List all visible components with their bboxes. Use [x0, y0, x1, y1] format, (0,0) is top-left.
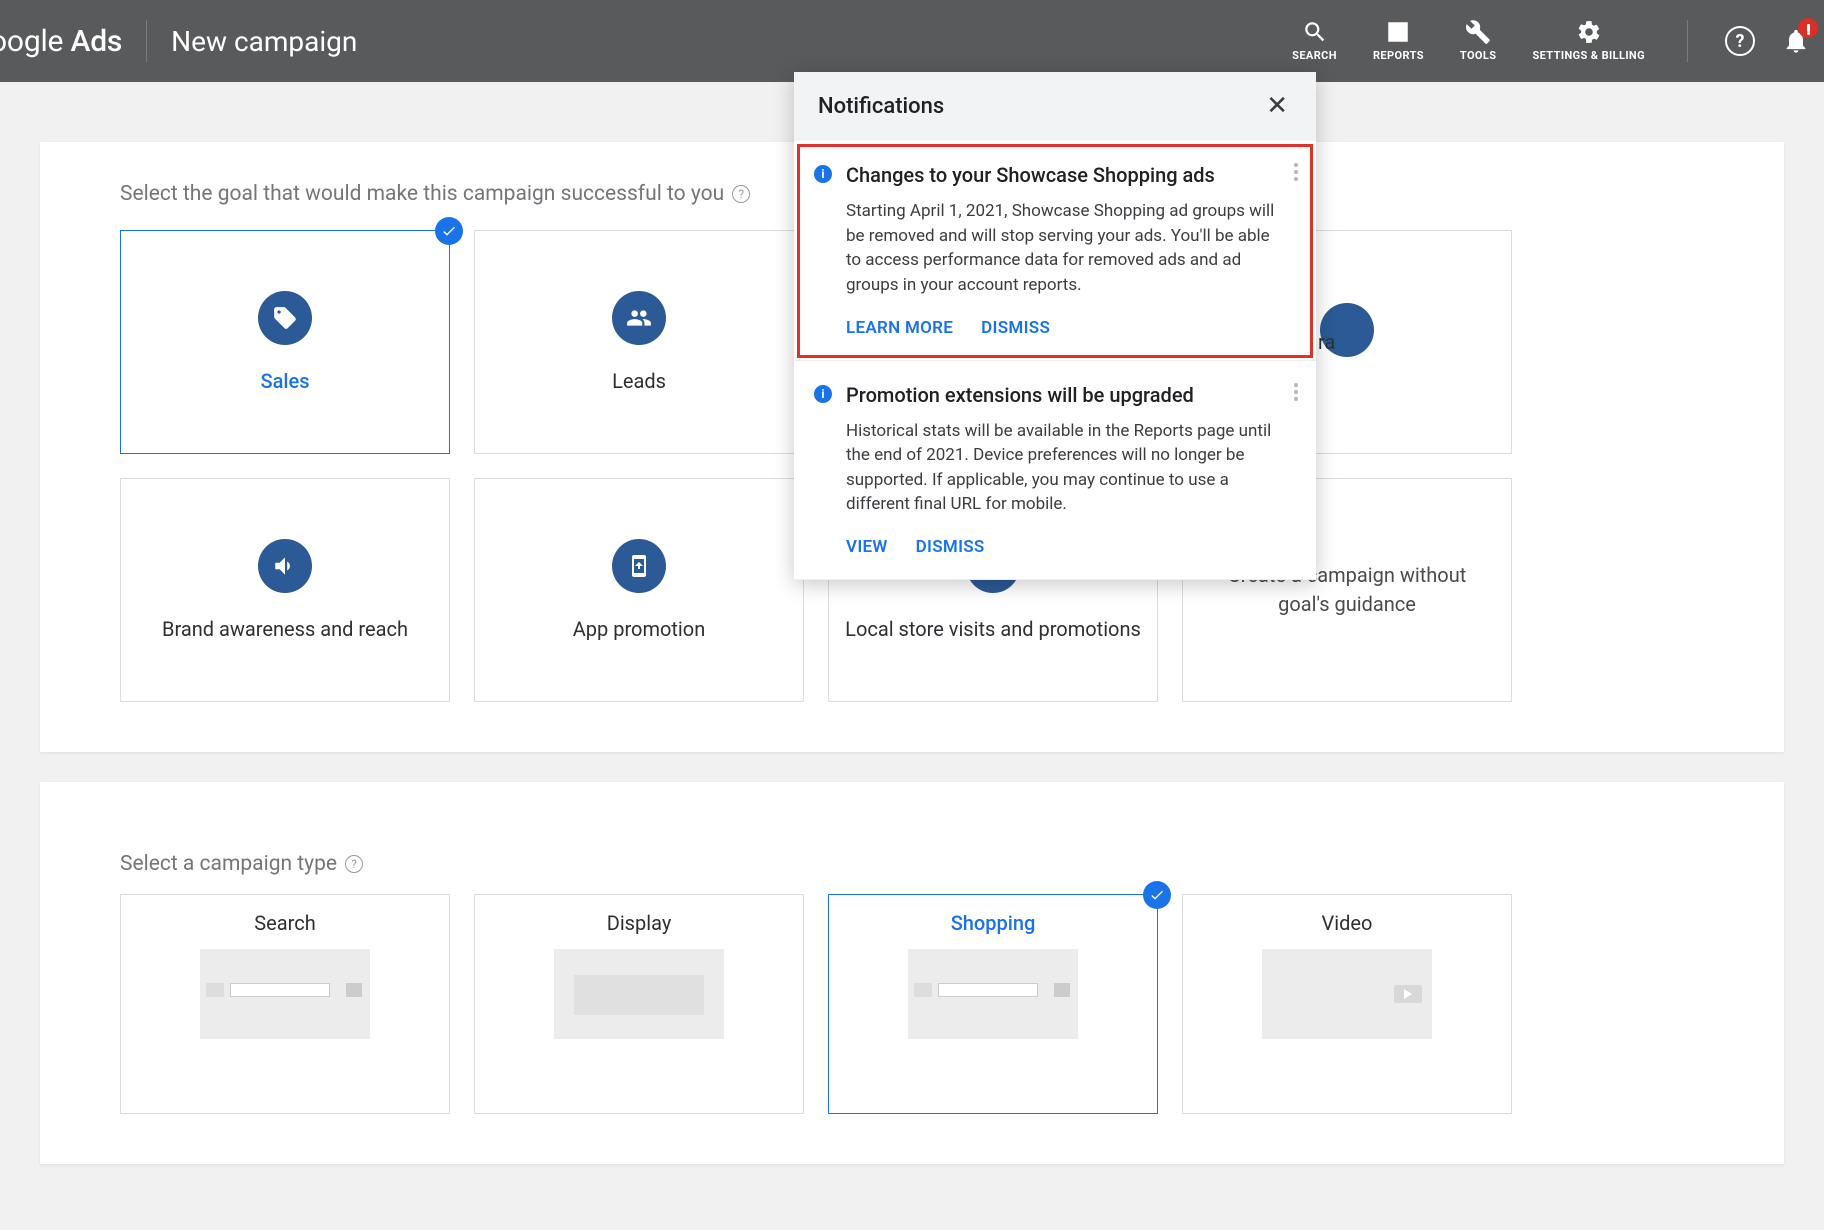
nav-tools-label: TOOLS: [1460, 49, 1497, 63]
close-icon[interactable]: ✕: [1262, 95, 1292, 119]
page-title: New campaign: [171, 25, 357, 58]
logo: oogle Ads: [0, 24, 122, 59]
notifications-header: Notifications ✕: [794, 72, 1316, 141]
campaign-type-heading: Select a campaign type: [120, 852, 337, 876]
info-icon: i: [814, 385, 832, 403]
ctype-video[interactable]: Video: [1182, 894, 1512, 1114]
megaphone-icon: [258, 539, 312, 593]
help-hint-icon[interactable]: ?: [345, 855, 363, 873]
noguide-line2: goal's guidance: [1278, 592, 1416, 616]
goal-leads[interactable]: Leads: [474, 230, 804, 454]
phone-download-icon: [612, 539, 666, 593]
nav-settings-label: SETTINGS & BILLING: [1532, 49, 1645, 63]
notification-actions: VIEW DISMISS: [846, 537, 1288, 557]
nav-reports-label: REPORTS: [1373, 49, 1424, 63]
nav-settings[interactable]: SETTINGS & BILLING: [1514, 0, 1663, 82]
campaign-type-card: Select a campaign type ? Search Display …: [40, 782, 1784, 1164]
goal-sales[interactable]: Sales: [120, 230, 450, 454]
help-hint-icon[interactable]: ?: [732, 185, 750, 203]
notification-body: Historical stats will be available in th…: [846, 419, 1288, 518]
help-icon: ?: [1725, 26, 1755, 56]
notification-item-2: i Promotion extensions will be upgraded …: [794, 361, 1316, 581]
header-nav: SEARCH REPORTS TOOLS SETTINGS & BILLING …: [1274, 0, 1824, 82]
more-icon[interactable]: [1286, 379, 1306, 405]
notifications-panel: Notifications ✕ i Changes to your Showca…: [794, 72, 1316, 580]
goal-label: Local store visits and promotions: [833, 617, 1153, 641]
ctype-label: Shopping: [951, 911, 1036, 935]
search-icon: [1302, 19, 1328, 45]
selected-check-icon: [1143, 881, 1171, 909]
ctype-display[interactable]: Display: [474, 894, 804, 1114]
goal-label: App promotion: [561, 617, 718, 641]
goal-brand-awareness[interactable]: Brand awareness and reach: [120, 478, 450, 702]
dismiss-button[interactable]: DISMISS: [916, 537, 985, 557]
notification-body: Starting April 1, 2021, Showcase Shoppin…: [846, 199, 1288, 298]
overflow-fragment: ra: [1318, 330, 1335, 354]
learn-more-button[interactable]: LEARN MORE: [846, 318, 953, 338]
notification-item-1: i Changes to your Showcase Shopping ads …: [794, 141, 1316, 361]
notification-title: Changes to your Showcase Shopping ads: [846, 163, 1288, 187]
tag-icon: [258, 291, 312, 345]
more-icon[interactable]: [1286, 159, 1306, 185]
notification-actions: LEARN MORE DISMISS: [846, 318, 1288, 338]
nav-search[interactable]: SEARCH: [1274, 0, 1355, 82]
alert-badge-icon: [1798, 18, 1818, 38]
dismiss-button[interactable]: DISMISS: [981, 318, 1050, 338]
notifications-title: Notifications: [818, 94, 944, 119]
display-thumbnail-icon: [554, 949, 724, 1039]
nav-tools[interactable]: TOOLS: [1442, 0, 1515, 82]
goal-label: Brand awareness and reach: [150, 617, 420, 641]
notifications-button[interactable]: [1768, 0, 1824, 82]
ctype-label: Search: [254, 911, 315, 935]
ctype-label: Display: [607, 911, 672, 935]
goal-label: Sales: [249, 369, 322, 393]
search-thumbnail-icon: [200, 949, 370, 1039]
help-button[interactable]: ?: [1712, 0, 1768, 82]
info-icon: i: [814, 165, 832, 183]
campaign-type-grid: Search Display Shopping Video: [40, 894, 1592, 1114]
top-app-bar: oogle Ads New campaign SEARCH REPORTS TO…: [0, 0, 1824, 82]
notification-title: Promotion extensions will be upgraded: [846, 383, 1288, 407]
people-icon: [612, 291, 666, 345]
goals-heading: Select the goal that would make this cam…: [120, 182, 724, 206]
selected-check-icon: [435, 217, 463, 245]
nav-reports[interactable]: REPORTS: [1355, 0, 1442, 82]
view-button[interactable]: VIEW: [846, 537, 888, 557]
divider: [146, 20, 147, 62]
goal-app-promotion[interactable]: App promotion: [474, 478, 804, 702]
logo-text-2: Ads: [71, 24, 123, 59]
video-thumbnail-icon: [1262, 949, 1432, 1039]
ctype-shopping[interactable]: Shopping: [828, 894, 1158, 1114]
campaign-type-heading-row: Select a campaign type ?: [40, 822, 1784, 894]
ctype-search[interactable]: Search: [120, 894, 450, 1114]
divider: [1687, 20, 1688, 62]
ctype-label: Video: [1322, 911, 1373, 935]
nav-search-label: SEARCH: [1292, 49, 1337, 63]
logo-text-1: oogle: [0, 24, 63, 59]
gear-icon: [1576, 19, 1602, 45]
shopping-thumbnail-icon: [908, 949, 1078, 1039]
bar-chart-icon: [1385, 19, 1411, 45]
goal-label: Leads: [600, 369, 678, 393]
wrench-icon: [1465, 19, 1491, 45]
